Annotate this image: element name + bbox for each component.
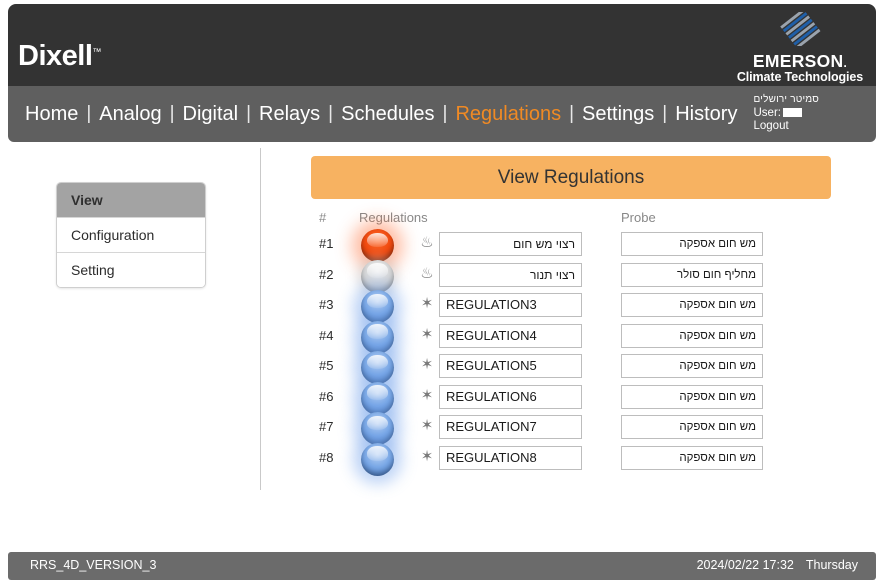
snowflake-icon: ✶	[420, 325, 434, 343]
sidebar-item-list: Configuration Setting	[57, 217, 205, 287]
probe-name-field[interactable]: מש חום אספקה	[621, 354, 763, 378]
emerson-logo: EMERSON. Climate Technologies	[730, 8, 870, 85]
regulation-name-field[interactable]: REGULATION5	[439, 354, 582, 378]
status-lamp-cell	[357, 439, 399, 481]
datetime-label: 2024/02/22 17:32	[696, 558, 794, 572]
nav-item-history[interactable]: History	[674, 103, 738, 126]
user-label: User:	[753, 106, 781, 119]
view-sidebar: View Configuration Setting	[56, 182, 206, 288]
weekday-label: Thursday	[805, 558, 858, 572]
version-label: RRS_4D_VERSION_3	[30, 558, 157, 572]
dixell-wordmark: Dixell	[18, 40, 93, 72]
user-info-box: סמיטר ירושלים User: Logout	[754, 93, 820, 134]
regulation-name-field[interactable]: REGULATION8	[439, 445, 582, 470]
logout-link[interactable]: Logout	[754, 120, 820, 134]
nav-item-list: Home | Analog | Digital | Relays | Schedules | Reg…	[24, 86, 738, 142]
emerson-chevron-mark	[779, 8, 820, 49]
table-row: #8 ✶ REGULATION8 מש חום אספקה	[311, 442, 871, 476]
row-index-label: #4	[319, 327, 334, 343]
probe-name-field[interactable]: מש חום אספקה	[621, 415, 763, 439]
user-name-redacted	[782, 107, 802, 117]
nav-separator: |	[442, 103, 448, 124]
sidebar-header: View	[57, 183, 205, 217]
emerson-text: EMERSON	[752, 51, 844, 71]
emerson-period: .	[843, 56, 848, 70]
nav-separator: |	[246, 103, 252, 124]
regulation-name-field[interactable]: REGULATION3	[439, 293, 582, 317]
regulation-name-field[interactable]: REGULATION7	[439, 415, 582, 439]
nav-item-analog[interactable]: Analog	[98, 103, 162, 126]
nav-separator: |	[86, 103, 92, 124]
regulation-name-field[interactable]: REGULATION4	[439, 323, 582, 348]
probe-name-field[interactable]: מש חום אספקה	[621, 293, 763, 317]
snowflake-icon: ✶	[420, 295, 434, 312]
sidebar-item-configuration[interactable]: Configuration	[57, 217, 205, 252]
probe-name-field[interactable]: מש חום אספקה	[621, 445, 763, 470]
snowflake-icon: ✶	[420, 447, 434, 465]
nav-item-relays[interactable]: Relays	[258, 103, 321, 126]
snowflake-icon: ✶	[420, 356, 434, 373]
trademark-symbol: ™	[92, 46, 101, 57]
emerson-wordmark: EMERSON.	[730, 52, 870, 70]
sidebar-item-setting[interactable]: Setting	[57, 252, 205, 287]
snowflake-icon: ✶	[420, 386, 434, 404]
regulation-name-field[interactable]: רצוי תנור	[439, 262, 582, 287]
main-navigation: Home | Analog | Digital | Relays | Schedules | Reg…	[8, 86, 876, 142]
flame-icon: ♨	[420, 264, 434, 282]
view-regulations-banner[interactable]: View Regulations	[311, 156, 831, 199]
nav-separator: |	[328, 103, 334, 124]
row-index-label: #2	[319, 266, 334, 282]
row-index-label: #5	[319, 358, 334, 373]
vertical-divider	[260, 148, 261, 490]
column-header-regulations: Regulations	[359, 210, 428, 225]
nav-item-home[interactable]: Home	[24, 103, 79, 126]
footer-datetime-group: 2024/02/22 17:32 Thursday	[685, 558, 858, 572]
page-header: Dixell™ EMERSON. Climate Technologies	[8, 4, 876, 86]
row-index-label: #1	[319, 236, 334, 251]
regulation-rows: #1 ♨ רצוי מש חום מש חום אספקה #2 ♨ רצוי תנור מח…	[311, 229, 871, 476]
row-index-label: #3	[319, 297, 334, 312]
dixell-logo: Dixell™	[18, 40, 101, 73]
regulation-name-field[interactable]: רצוי מש חום	[439, 232, 582, 256]
probe-name-field[interactable]: מש חום אספקה	[621, 384, 763, 409]
probe-name-field[interactable]: מחליף חום סולר	[621, 262, 763, 287]
user-line: User:	[754, 107, 820, 121]
regulation-name-field[interactable]: REGULATION6	[439, 384, 582, 409]
row-index-label: #7	[319, 419, 334, 434]
probe-name-field[interactable]: מש חום אספקה	[621, 323, 763, 348]
status-lamp-blue[interactable]	[361, 442, 394, 476]
content-area: View Configuration Setting View Regulatio…	[8, 142, 876, 547]
column-header-probe: Probe	[621, 210, 656, 225]
row-index-label: #8	[319, 449, 334, 465]
nav-item-regulations[interactable]: Regulations	[454, 103, 562, 126]
snowflake-icon: ✶	[420, 417, 434, 434]
nav-separator: |	[169, 103, 175, 124]
status-footer: RRS_4D_VERSION_3 2024/02/22 17:32 Thursda…	[8, 552, 876, 580]
nav-separator: |	[662, 103, 668, 124]
row-index-label: #6	[319, 388, 334, 404]
probe-name-field[interactable]: מש חום אספקה	[621, 232, 763, 256]
site-name-label: סמיטר ירושלים	[753, 94, 819, 105]
nav-item-digital[interactable]: Digital	[182, 103, 240, 126]
flame-icon: ♨	[420, 234, 434, 251]
emerson-tagline: Climate Technologies	[736, 70, 864, 85]
column-header-number: #	[319, 210, 327, 225]
nav-separator: |	[569, 103, 575, 124]
nav-item-settings[interactable]: Settings	[581, 103, 655, 126]
nav-item-schedules[interactable]: Schedules	[340, 103, 435, 126]
